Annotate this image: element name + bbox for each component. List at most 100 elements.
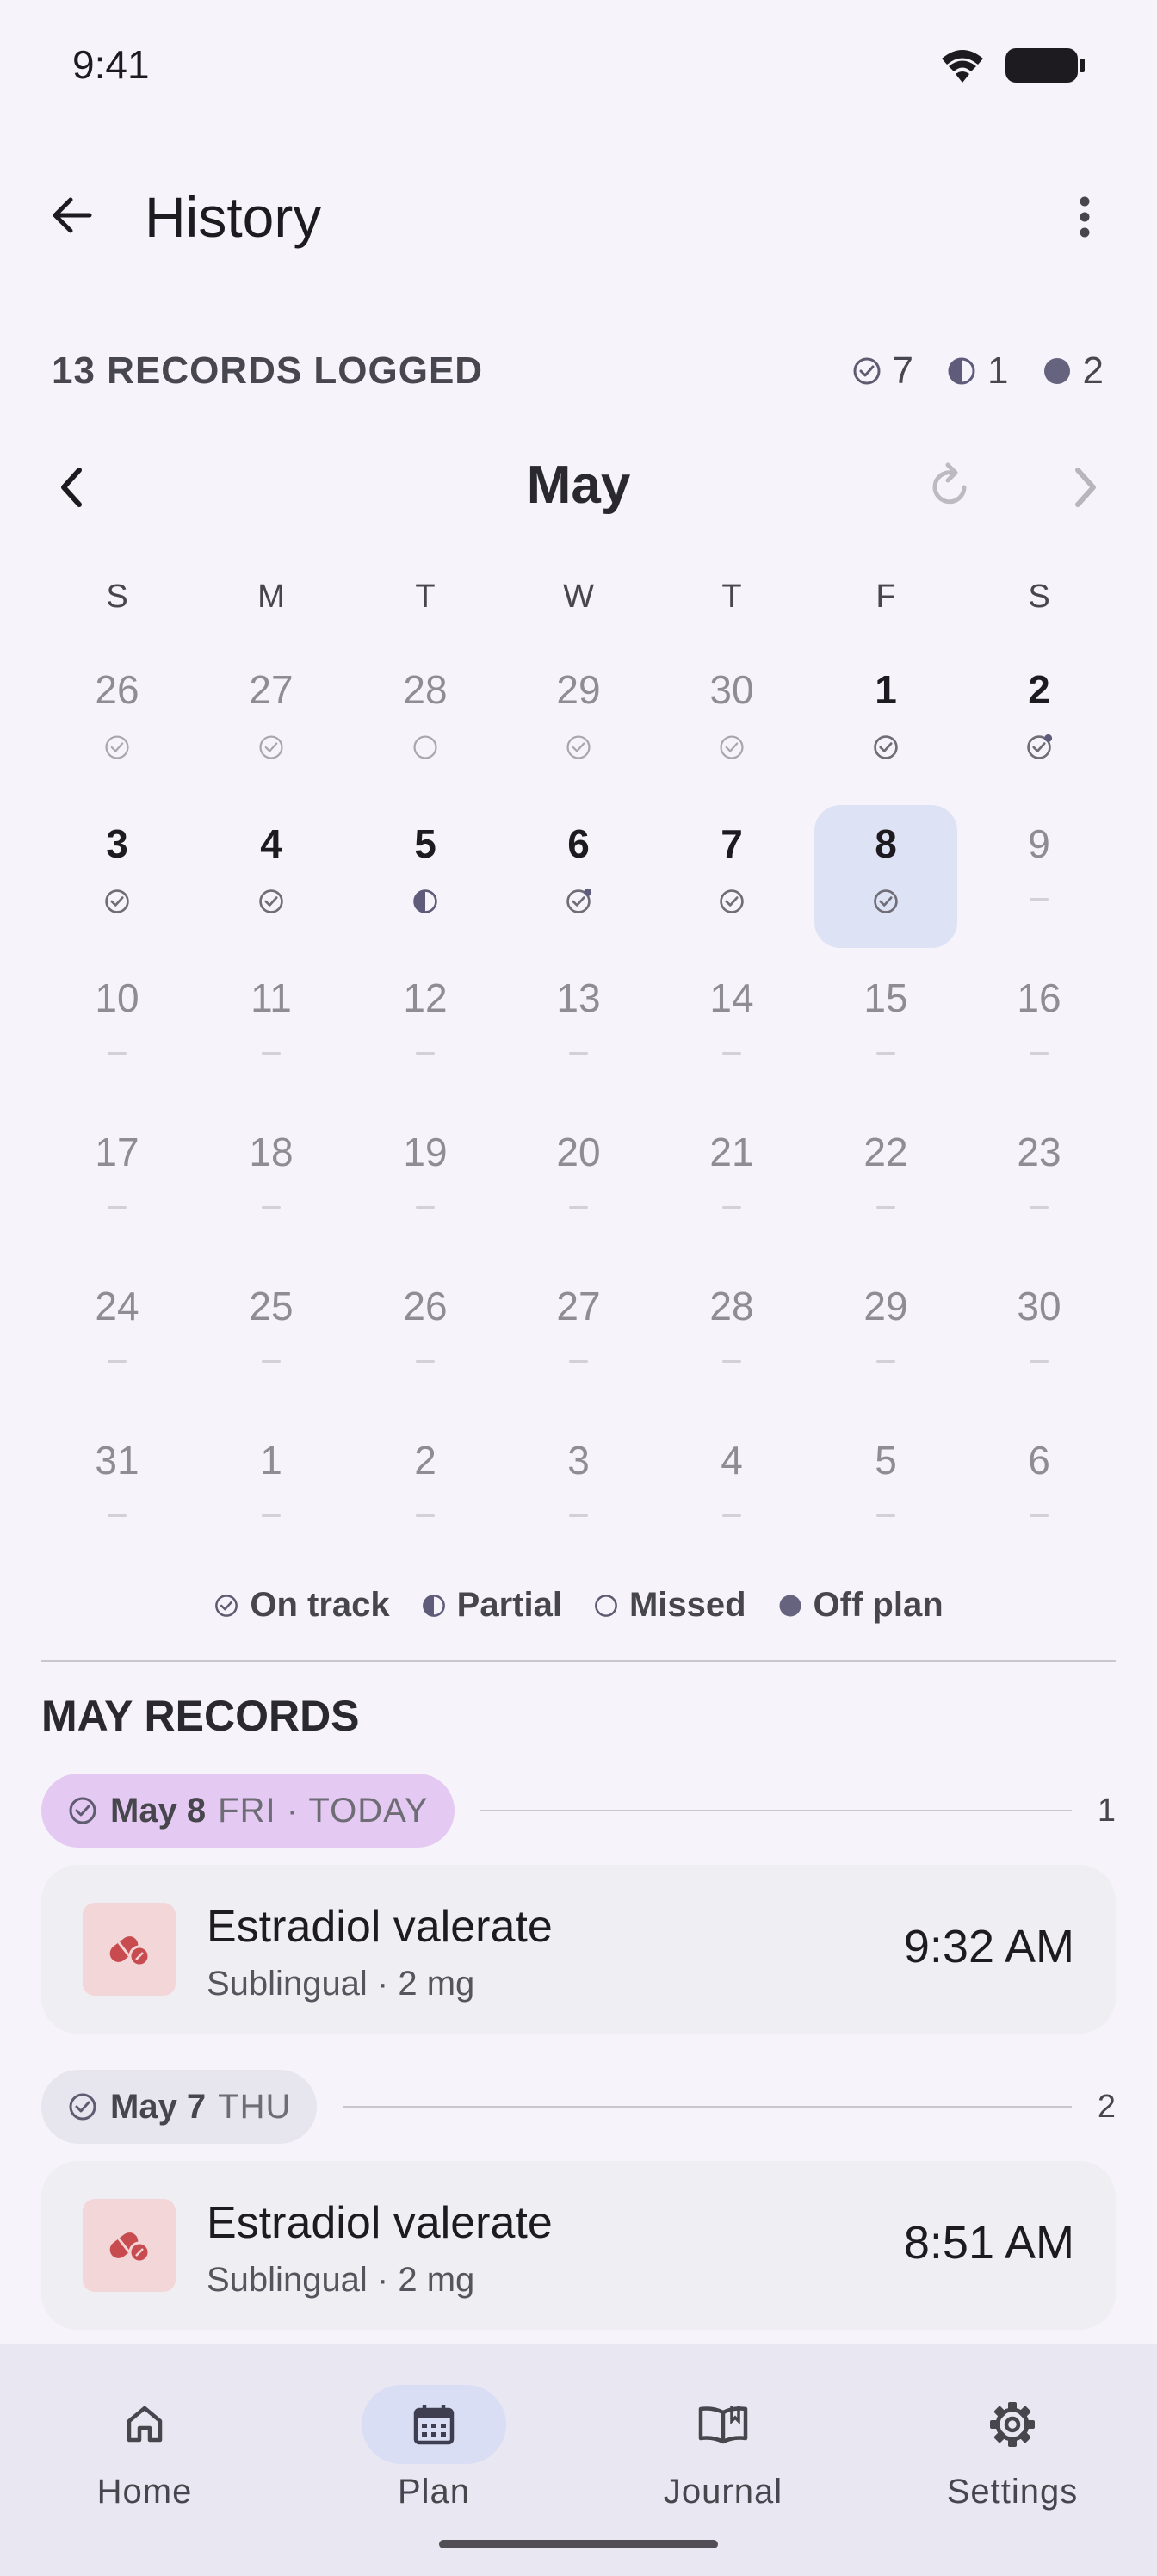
day-status (569, 1196, 588, 1209)
medication-detail: Sublingual · 2 mg (207, 1965, 475, 2003)
calendar-day[interactable]: 10 (46, 959, 189, 1102)
calendar-day[interactable]: 16 (968, 959, 1111, 1102)
day-status (1025, 734, 1053, 765)
back-arrow-icon[interactable] (46, 189, 98, 241)
day-status (872, 888, 900, 920)
calendar-day[interactable]: 24 (46, 1267, 189, 1410)
calendar-day[interactable]: 28 (354, 651, 497, 794)
day-number: 6 (567, 821, 590, 866)
off-plan-count-value: 2 (1082, 350, 1104, 392)
record-card[interactable]: Estradiol valerate Sublingual · 2 mg 8:5… (41, 2161, 1116, 2330)
calendar-day[interactable]: 5 (354, 805, 497, 948)
calendar-day[interactable]: 27 (507, 1267, 650, 1410)
nav-plan-label: Plan (397, 2473, 471, 2511)
calendar-day[interactable]: 6 (507, 805, 650, 948)
record-group-header: May 8 FRI · TODAY 1 (41, 1774, 1116, 1848)
nav-settings[interactable]: Settings (868, 2344, 1157, 2516)
calendar-day[interactable]: 4 (660, 1421, 803, 1564)
calendar-day[interactable]: 18 (200, 1113, 343, 1256)
calendar-day[interactable]: 3 (46, 805, 189, 948)
calendar-day[interactable]: 21 (660, 1113, 803, 1256)
check-circle-icon (874, 735, 898, 759)
divider (41, 1660, 1116, 1662)
calendar-day[interactable]: 15 (814, 959, 957, 1102)
day-status (108, 1350, 127, 1363)
weekday-label: F (875, 579, 896, 615)
calendar-day[interactable]: 20 (507, 1113, 650, 1256)
day-status (1030, 888, 1049, 901)
day-status (1030, 1042, 1049, 1055)
calendar-day[interactable]: 30 (660, 651, 803, 794)
no-data-dash (416, 1514, 435, 1517)
calendar-day[interactable]: 11 (200, 959, 343, 1102)
calendar-day[interactable]: 29 (814, 1267, 957, 1410)
check-circle-icon (566, 735, 591, 759)
calendar-day[interactable]: 29 (507, 651, 650, 794)
nav-home[interactable]: Home (0, 2344, 289, 2516)
check-circle-icon (720, 889, 744, 913)
calendar-day[interactable]: 4 (200, 805, 343, 948)
day-status (416, 1504, 435, 1517)
calendar-day[interactable]: 5 (814, 1421, 957, 1564)
date-chip[interactable]: May 7 THU (41, 2070, 318, 2144)
pill-badge (83, 2199, 176, 2292)
calendar-day[interactable]: 26 (46, 651, 189, 794)
calendar-day[interactable]: 2 (354, 1421, 497, 1564)
nav-plan[interactable]: Plan (289, 2344, 578, 2516)
status-icons (937, 46, 1085, 84)
empty-circle-icon (595, 1594, 617, 1617)
calendar-day[interactable]: 27 (200, 651, 343, 794)
day-number: 7 (721, 821, 743, 866)
no-data-dash (569, 1514, 588, 1517)
refresh-icon[interactable] (925, 460, 976, 515)
records-logged-label: 13 RECORDS LOGGED (52, 350, 484, 392)
day-number: 4 (721, 1438, 743, 1483)
partial-count: 1 (946, 350, 1009, 393)
calendar-day[interactable]: 13 (507, 959, 650, 1102)
more-vert-icon[interactable] (1064, 191, 1105, 243)
check-circle-icon (259, 735, 283, 759)
calendar-day[interactable]: 19 (354, 1113, 497, 1256)
record-card[interactable]: Estradiol valerate Sublingual · 2 mg 9:3… (41, 1865, 1116, 2034)
calendar-day[interactable]: 3 (507, 1421, 650, 1564)
wifi-icon (942, 50, 983, 83)
status-counts: 7 1 2 (851, 350, 1104, 393)
nav-journal[interactable]: Journal (578, 2344, 868, 2516)
legend-off-plan: Off plan (777, 1586, 944, 1625)
weekday-label: T (415, 579, 436, 615)
calendar-day[interactable]: 22 (814, 1113, 957, 1256)
calendar-day[interactable]: 6 (968, 1421, 1111, 1564)
weekday-label: W (563, 579, 594, 615)
calendar-day[interactable]: 26 (354, 1267, 497, 1410)
record-group-header: May 7 THU 2 (41, 2070, 1116, 2144)
calendar-day-selected[interactable]: 8 (814, 805, 957, 948)
day-status (416, 1196, 435, 1209)
no-data-dash (876, 1360, 895, 1363)
calendar-day[interactable]: 30 (968, 1267, 1111, 1410)
gear-icon (990, 2402, 1035, 2447)
calendar-day[interactable]: 28 (660, 1267, 803, 1410)
calendar-day[interactable]: 1 (200, 1421, 343, 1564)
calendar-day[interactable]: 12 (354, 959, 497, 1102)
calendar-day[interactable]: 14 (660, 959, 803, 1102)
calendar-day[interactable]: 1 (814, 651, 957, 794)
calendar-day[interactable]: 23 (968, 1113, 1111, 1256)
calendar-day[interactable]: 31 (46, 1421, 189, 1564)
day-number: 1 (875, 667, 897, 712)
calendar-day[interactable]: 7 (660, 805, 803, 948)
check-circle-icon (69, 2093, 96, 2121)
day-status (108, 1504, 127, 1517)
history-screen: 9:41 History 13 RECORDS LOGGED 7 1 2 May… (0, 0, 1157, 2576)
group-divider (343, 2106, 1072, 2108)
date-chip-today[interactable]: May 8 FRI · TODAY (41, 1774, 455, 1848)
chevron-right-icon[interactable] (1062, 460, 1107, 515)
calendar-day[interactable]: 17 (46, 1113, 189, 1256)
no-data-dash (1030, 1514, 1049, 1517)
day-status (718, 888, 746, 920)
calendar-day[interactable]: 25 (200, 1267, 343, 1410)
calendar-icon (413, 2405, 455, 2445)
calendar-day[interactable]: 9 (968, 805, 1111, 948)
gesture-bar (439, 2540, 718, 2548)
day-number: 18 (249, 1130, 294, 1174)
calendar-day[interactable]: 2 (968, 651, 1111, 794)
